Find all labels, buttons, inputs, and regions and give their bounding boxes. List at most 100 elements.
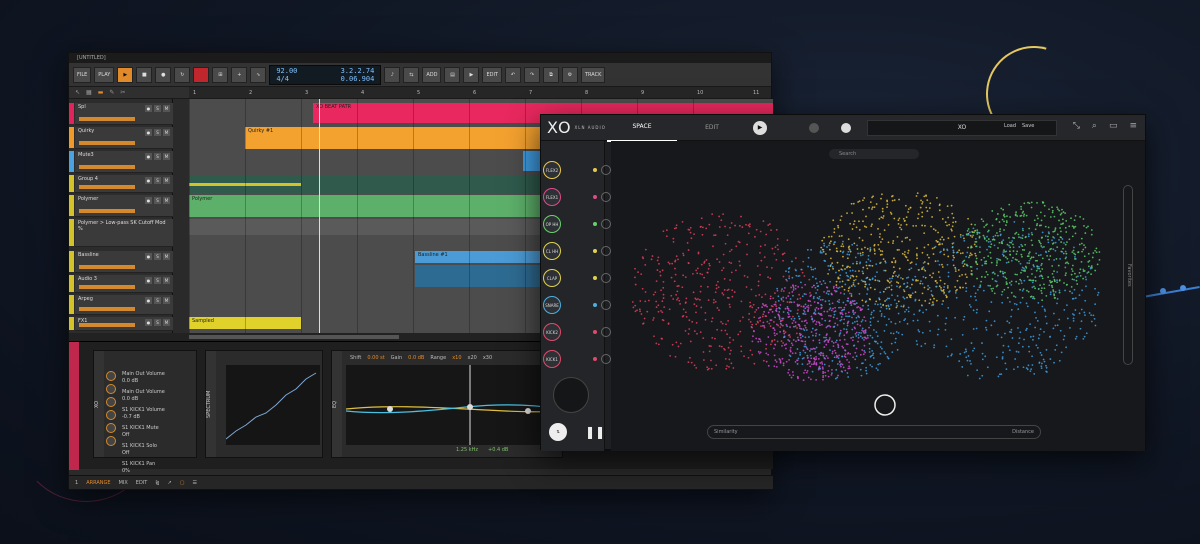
sample-point[interactable] [828, 320, 831, 323]
record-arm-button[interactable]: ● [145, 297, 152, 304]
sample-point[interactable] [987, 229, 990, 232]
sample-point[interactable] [1064, 243, 1067, 246]
sample-point[interactable] [1074, 337, 1077, 340]
sample-point[interactable] [819, 354, 822, 357]
sample-point[interactable] [903, 290, 906, 293]
sample-point[interactable] [689, 340, 692, 343]
sample-point[interactable] [809, 300, 812, 303]
sample-point[interactable] [1074, 309, 1077, 311]
sample-point[interactable] [988, 245, 990, 248]
sample-point[interactable] [890, 332, 892, 335]
sample-point[interactable] [814, 313, 817, 315]
sample-point[interactable] [861, 253, 864, 256]
sample-point[interactable] [1093, 317, 1096, 320]
sample-point[interactable] [981, 342, 983, 344]
sample-point[interactable] [855, 302, 858, 305]
sample-point[interactable] [785, 270, 787, 273]
sample-point[interactable] [1016, 259, 1018, 261]
sample-point[interactable] [1015, 211, 1017, 214]
sample-point[interactable] [1084, 246, 1087, 249]
sample-point[interactable] [651, 255, 654, 257]
sample-point[interactable] [774, 303, 777, 306]
sample-point[interactable] [995, 280, 998, 283]
sample-point[interactable] [987, 238, 990, 240]
sample-point[interactable] [1071, 235, 1074, 238]
sample-point[interactable] [874, 303, 877, 305]
sample-point[interactable] [869, 334, 872, 337]
sample-point[interactable] [1027, 290, 1030, 293]
sample-point[interactable] [1003, 288, 1006, 291]
sample-point[interactable] [872, 195, 875, 198]
sample-point[interactable] [835, 250, 838, 253]
sample-point[interactable] [956, 279, 959, 282]
sample-point[interactable] [847, 289, 850, 292]
sample-point[interactable] [1056, 271, 1059, 273]
sample-point[interactable] [772, 297, 775, 300]
sample-point[interactable] [846, 322, 849, 325]
sample-point[interactable] [1021, 289, 1024, 292]
sample-point[interactable] [805, 347, 808, 349]
sample-point[interactable] [898, 198, 900, 201]
sample-point[interactable] [778, 316, 781, 319]
sample-point[interactable] [1098, 258, 1101, 261]
sample-point[interactable] [841, 355, 844, 358]
sample-point[interactable] [965, 287, 968, 289]
sample-point[interactable] [1082, 277, 1085, 280]
sample-point[interactable] [936, 281, 938, 284]
sample-point[interactable] [972, 234, 975, 237]
sample-point[interactable] [1020, 243, 1023, 246]
sample-point[interactable] [855, 335, 858, 337]
sample-point[interactable] [921, 224, 924, 227]
sample-point[interactable] [963, 237, 965, 240]
sample-point[interactable] [1060, 250, 1063, 253]
sample-point[interactable] [1064, 250, 1067, 253]
volume-fader[interactable] [79, 307, 135, 311]
sample-point[interactable] [907, 249, 910, 252]
parameter-knob[interactable] [106, 410, 116, 420]
sample-point[interactable] [934, 229, 937, 232]
sample-point[interactable] [993, 238, 996, 241]
sample-point[interactable] [1037, 288, 1040, 290]
sample-point[interactable] [1022, 229, 1024, 232]
sample-point[interactable] [769, 295, 772, 298]
sample-point[interactable] [894, 299, 896, 301]
sample-point[interactable] [824, 300, 827, 303]
sample-point[interactable] [1094, 269, 1097, 272]
sample-point[interactable] [1072, 317, 1075, 320]
sample-point[interactable] [762, 220, 765, 223]
sample-point[interactable] [946, 286, 949, 289]
sample-point[interactable] [806, 248, 809, 251]
sample-point[interactable] [880, 341, 883, 344]
sample-point[interactable] [897, 222, 900, 225]
sample-point[interactable] [931, 247, 934, 250]
sample-point[interactable] [914, 275, 917, 278]
sample-point[interactable] [845, 315, 847, 318]
sample-point[interactable] [863, 197, 866, 199]
sample-point[interactable] [1046, 371, 1048, 373]
sample-point[interactable] [995, 356, 998, 359]
sample-point[interactable] [1021, 266, 1024, 269]
sample-point[interactable] [684, 276, 687, 279]
sample-point[interactable] [878, 248, 881, 251]
sample-point[interactable] [829, 265, 832, 267]
sample-point[interactable] [1001, 218, 1004, 221]
sample-point[interactable] [769, 297, 772, 300]
sample-point[interactable] [928, 207, 931, 209]
sample-point[interactable] [1019, 236, 1022, 239]
sample-point[interactable] [969, 234, 972, 237]
sample-point[interactable] [885, 307, 888, 310]
sample-point[interactable] [861, 239, 864, 242]
sample-point[interactable] [955, 290, 957, 292]
sample-point[interactable] [1051, 265, 1054, 267]
sample-point[interactable] [789, 298, 792, 300]
sample-point[interactable] [1041, 268, 1044, 270]
sample-point[interactable] [947, 216, 950, 219]
sample-point[interactable] [1079, 327, 1082, 330]
sample-point[interactable] [807, 376, 810, 379]
sample-point[interactable] [835, 286, 838, 289]
sample-point[interactable] [1054, 324, 1057, 327]
sample-point[interactable] [1063, 335, 1066, 337]
overdub-icon[interactable]: ⊞ [212, 66, 229, 83]
sample-point[interactable] [708, 262, 711, 265]
sample-point[interactable] [1047, 276, 1050, 278]
